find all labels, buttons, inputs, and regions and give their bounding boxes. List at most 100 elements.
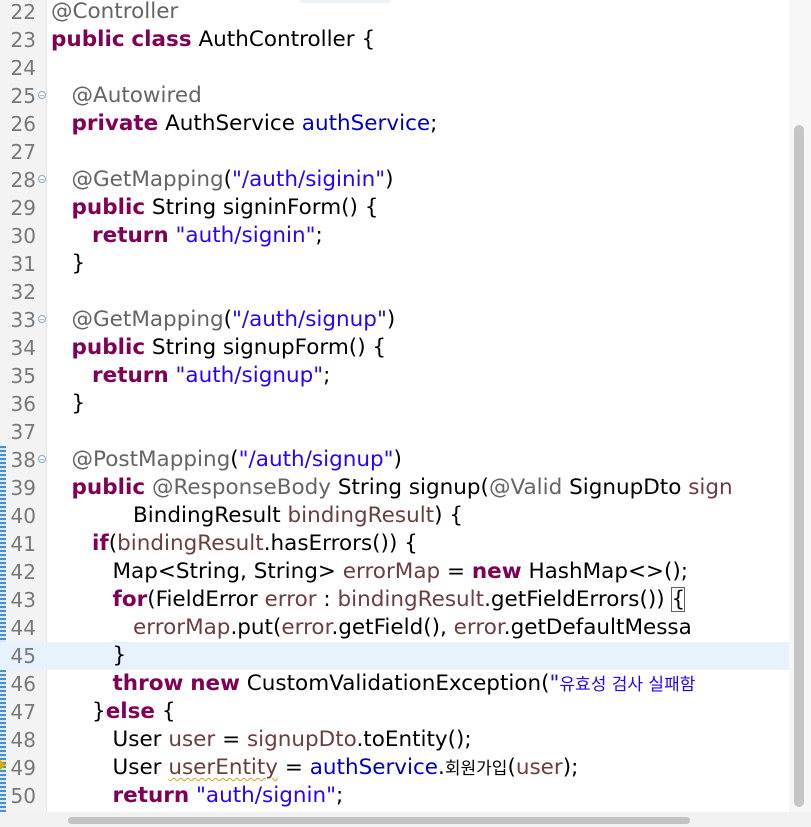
code-text[interactable]: public class AuthController {: [51, 26, 375, 54]
code-lines[interactable]: 22 @Controller 23 public class AuthControll…: [0, 0, 789, 812]
code-text[interactable]: public @ResponseBody String signup(@Vali…: [51, 474, 733, 502]
code-token: }: [51, 643, 127, 668]
code-token: =: [440, 559, 472, 584]
code-text[interactable]: if(bindingResult.hasErrors()) {: [51, 530, 418, 558]
code-text[interactable]: @PostMapping("/auth/signup"): [51, 446, 402, 474]
string-literal-token: "/auth/signup": [232, 307, 387, 332]
code-line[interactable]: 25− @Autowired: [0, 82, 789, 110]
line-number: 25: [10, 84, 36, 108]
code-text[interactable]: return "auth/signin";: [51, 222, 323, 250]
line-number: 47: [10, 700, 36, 724]
local-variable-token: error: [264, 587, 317, 612]
code-line[interactable]: 26 private AuthService authService;: [0, 110, 789, 138]
string-literal-token: 유효성 검사 실패함: [559, 675, 696, 695]
code-text[interactable]: BindingResult bindingResult) {: [51, 502, 463, 530]
code-text[interactable]: errorMap.put(error.getField(), error.get…: [51, 614, 692, 642]
code-text[interactable]: Map<String, String> errorMap = new HashM…: [51, 558, 689, 586]
collapse-fold-icon[interactable]: −: [38, 315, 46, 324]
code-text[interactable]: return "auth/signin";: [51, 782, 344, 810]
local-variable-token: bindingResult: [337, 587, 485, 612]
local-variable-token: sign: [688, 475, 733, 500]
code-line[interactable]: 45 }: [0, 642, 789, 670]
keyword-token: return: [112, 783, 190, 808]
code-text[interactable]: for(FieldError error : bindingResult.get…: [51, 586, 686, 614]
code-text[interactable]: public String signupForm() {: [51, 334, 387, 362]
code-token: ;: [335, 783, 344, 808]
keyword-token: public: [71, 335, 146, 360]
line-number: 32: [10, 280, 36, 304]
code-text[interactable]: }else {: [51, 698, 176, 726]
code-line[interactable]: 30 return "auth/signin";: [0, 222, 789, 250]
string-literal-token: "auth/signin": [196, 783, 336, 808]
code-line[interactable]: 35 return "auth/signup";: [0, 362, 789, 390]
code-text[interactable]: throw new CustomValidationException("유효성…: [51, 670, 696, 699]
code-line[interactable]: 33− @GetMapping("/auth/signup"): [0, 306, 789, 334]
code-text[interactable]: @GetMapping("/auth/signup"): [51, 306, 396, 334]
collapse-fold-icon[interactable]: −: [38, 175, 46, 184]
vertical-scrollbar-thumb[interactable]: [794, 125, 804, 807]
code-line[interactable]: 39 public @ResponseBody String signup(@V…: [0, 474, 789, 502]
code-token: ): [393, 447, 402, 472]
code-text[interactable]: @Autowired: [51, 82, 202, 110]
code-line[interactable]: 43 for(FieldError error : bindingResult.…: [0, 586, 789, 614]
code-line[interactable]: 44 errorMap.put(error.getField(), error.…: [0, 614, 789, 642]
code-token: User: [51, 727, 169, 752]
code-text[interactable]: @GetMapping("/auth/siginin"): [51, 166, 394, 194]
warning-marker-icon[interactable]: [0, 760, 6, 770]
code-line[interactable]: 47 }else {: [0, 698, 789, 726]
scrollbar-corner: [789, 812, 811, 827]
code-text[interactable]: }: [51, 390, 86, 418]
code-line[interactable]: 48 User user = signupDto.toEntity();: [0, 726, 789, 754]
code-line[interactable]: 23 public class AuthController {: [0, 26, 789, 54]
annotation-token: @Controller: [51, 0, 179, 24]
code-text[interactable]: private AuthService authService;: [51, 110, 438, 138]
code-line[interactable]: 37: [0, 418, 789, 446]
code-line[interactable]: 50 return "auth/signin";: [0, 782, 789, 810]
code-text[interactable]: return "auth/signup";: [51, 362, 330, 390]
code-line[interactable]: 27: [0, 138, 789, 166]
code-line[interactable]: 22 @Controller: [0, 0, 789, 26]
line-number: 35: [10, 364, 36, 388]
line-number: 33: [10, 308, 36, 332]
code-token: ;: [315, 223, 323, 248]
code-token: String signinForm() {: [145, 195, 379, 220]
collapse-fold-icon[interactable]: −: [38, 455, 46, 464]
code-token: User: [51, 755, 169, 780]
code-line[interactable]: 36 }: [0, 390, 789, 418]
code-line[interactable]: 24: [0, 54, 789, 82]
keyword-token: if: [92, 531, 109, 556]
keyword-token: return: [92, 223, 169, 248]
code-line[interactable]: 34 public String signupForm() {: [0, 334, 789, 362]
code-text[interactable]: User user = signupDto.toEntity();: [51, 726, 472, 754]
local-variable-token: error: [453, 615, 504, 640]
code-text[interactable]: }: [51, 642, 127, 670]
code-line[interactable]: 42 Map<String, String> errorMap = new Ha…: [0, 558, 789, 586]
code-text[interactable]: User userEntity = authService.회원가입(user)…: [51, 754, 579, 783]
code-token: );: [562, 755, 579, 780]
code-text[interactable]: @Controller: [51, 0, 178, 26]
code-line[interactable]: 41 if(bindingResult.hasErrors()) {: [0, 530, 789, 558]
code-token: :: [316, 587, 338, 612]
line-number: 43: [10, 588, 36, 612]
code-line[interactable]: 29 public String signinForm() {: [0, 194, 789, 222]
code-line[interactable]: 46 throw new CustomValidationException("…: [0, 670, 789, 698]
code-line[interactable]: 38− @PostMapping("/auth/signup"): [0, 446, 789, 474]
keyword-token: public: [71, 195, 146, 220]
code-line[interactable]: 49 User userEntity = authService.회원가입(us…: [0, 754, 789, 782]
code-line[interactable]: 40 BindingResult bindingResult) {: [0, 502, 789, 530]
code-line[interactable]: 28− @GetMapping("/auth/siginin"): [0, 166, 789, 194]
code-editor[interactable]: 22 @Controller 23 public class AuthControll…: [0, 0, 811, 827]
code-text[interactable]: }: [51, 250, 86, 278]
code-line[interactable]: 32: [0, 278, 789, 306]
horizontal-scrollbar-thumb[interactable]: [68, 817, 690, 824]
collapse-fold-icon[interactable]: −: [38, 91, 46, 100]
code-text[interactable]: public String signinForm() {: [51, 194, 379, 222]
code-line[interactable]: 31 }: [0, 250, 789, 278]
